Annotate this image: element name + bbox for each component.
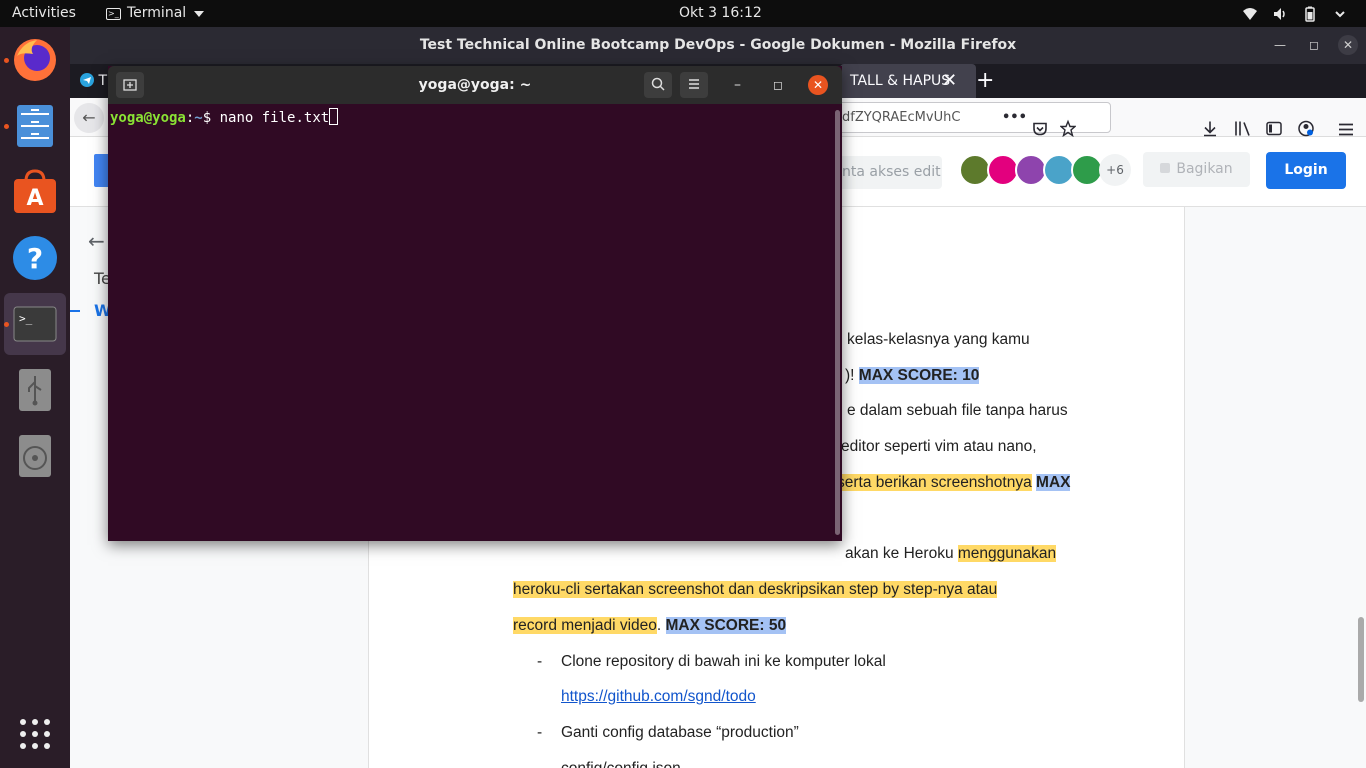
- bullet-item: Ganti config database “production”: [561, 724, 799, 741]
- doc-line: akan ke Heroku menggunakan: [845, 545, 1057, 562]
- software-store-icon: A: [14, 169, 56, 213]
- terminal-icon: >_: [13, 306, 57, 342]
- command-text: nano file.txt: [219, 110, 330, 126]
- prompt-user: yoga@yoga: [110, 110, 186, 126]
- usb-drive-icon: [19, 369, 51, 411]
- running-indicator: [4, 124, 9, 129]
- top-bar: Activities >_ Terminal Okt 3 16:12: [0, 0, 1366, 27]
- repo-link[interactable]: https://github.com/sgnd/todo: [561, 688, 756, 706]
- bullet-marker: -: [537, 724, 543, 741]
- terminal-icon: >_: [106, 7, 121, 20]
- back-button[interactable]: ←: [74, 103, 104, 133]
- new-tab-button[interactable]: +: [976, 64, 994, 98]
- dock-ubuntu-software[interactable]: A: [4, 161, 66, 223]
- scrollbar[interactable]: [1358, 617, 1364, 702]
- score-highlight: MAX SCORE: 10: [858, 367, 980, 384]
- doc-line: heroku-cli sertakan screenshot dan deskr…: [513, 581, 998, 598]
- close-button[interactable]: ✕: [1338, 35, 1358, 55]
- close-button[interactable]: ✕: [808, 75, 828, 95]
- score-highlight: MAX: [1036, 474, 1071, 491]
- outline-active-marker: [70, 310, 80, 312]
- minimize-button[interactable]: —: [1274, 27, 1286, 64]
- tab-close-icon[interactable]: ✕: [942, 64, 957, 98]
- optical-disc-icon: [19, 435, 51, 477]
- dock-terminal[interactable]: >_: [4, 293, 66, 355]
- score-highlight: MAX SCORE: 50: [665, 617, 787, 634]
- lock-icon: [1160, 163, 1171, 173]
- dock-disc[interactable]: [4, 425, 66, 487]
- doc-line: )! MAX SCORE: 10: [845, 367, 980, 384]
- terminal-title: yoga@yoga: ~: [418, 77, 532, 93]
- window-title: Test Technical Online Bootcamp DevOps - …: [70, 27, 1366, 64]
- dock-firefox[interactable]: [4, 29, 66, 91]
- help-icon: ?: [13, 236, 57, 280]
- power-menu-icon: [1335, 10, 1345, 17]
- terminal-window[interactable]: yoga@yoga: ~ – ◻ ✕ yoga@yoga:~$ nano fil…: [108, 66, 842, 541]
- running-indicator: [4, 58, 9, 63]
- outline-back-icon[interactable]: ←: [88, 229, 105, 253]
- battery-icon: [1305, 6, 1315, 22]
- doc-line: serta berikan screenshotnya MAX: [837, 474, 1071, 491]
- tab-label: T: [98, 73, 108, 89]
- prompt-dollar: $: [202, 110, 212, 126]
- doc-line: e dalam sebuah file tanpa harus: [847, 402, 1068, 419]
- dock-files[interactable]: [4, 95, 66, 157]
- minimize-button[interactable]: –: [734, 66, 741, 104]
- bullet-marker: -: [537, 653, 543, 670]
- chevron-down-icon: [194, 10, 205, 17]
- volume-icon: [1274, 7, 1285, 20]
- telegram-icon: [80, 73, 94, 87]
- share-label: Bagikan: [1176, 161, 1233, 177]
- svg-text:>_: >_: [19, 312, 33, 325]
- prompt-path: ~: [194, 110, 203, 126]
- doc-line: kelas-kelasnya yang kamu: [847, 331, 1030, 348]
- dock-usb[interactable]: [4, 359, 66, 421]
- app-menu[interactable]: >_ Terminal: [106, 0, 205, 27]
- running-indicator: [4, 322, 9, 327]
- share-button[interactable]: Bagikan: [1143, 152, 1250, 187]
- svg-text:?: ?: [27, 242, 43, 275]
- bullet-item: Clone repository di bawah ini ke kompute…: [561, 653, 886, 670]
- login-button[interactable]: Login: [1266, 152, 1346, 189]
- svg-text:A: A: [26, 186, 43, 211]
- maximize-button[interactable]: ◻: [773, 66, 783, 104]
- activities-button[interactable]: Activities: [12, 0, 76, 27]
- firefox-icon: [14, 39, 56, 81]
- dock-help[interactable]: ?: [4, 227, 66, 289]
- terminal-output[interactable]: yoga@yoga:~$ nano file.txt: [108, 104, 842, 541]
- clock[interactable]: Okt 3 16:12: [679, 0, 762, 27]
- app-grid-icon: [20, 719, 50, 749]
- search-button[interactable]: [644, 72, 672, 98]
- dock: A ? >_: [0, 27, 70, 768]
- hamburger-menu-icon: [689, 79, 699, 89]
- maximize-button[interactable]: ◻: [1309, 27, 1319, 64]
- page-actions-button[interactable]: •••: [1002, 98, 1027, 137]
- menu-button[interactable]: [680, 72, 708, 98]
- show-applications-button[interactable]: [4, 703, 66, 765]
- wifi-icon: [1243, 7, 1257, 20]
- text-cursor: [329, 108, 339, 125]
- doc-line: config/config.json: [561, 760, 681, 768]
- system-tray[interactable]: [1242, 0, 1348, 27]
- search-icon: [651, 77, 665, 91]
- tab-telegram[interactable]: T: [70, 64, 107, 98]
- files-icon: [17, 105, 53, 147]
- doc-line: editor seperti vim atau nano,: [841, 438, 1037, 455]
- doc-line: record menjadi video. MAX SCORE: 50: [513, 617, 787, 634]
- app-menu-label: Terminal: [127, 5, 187, 21]
- more-collaborators-badge[interactable]: +6: [1099, 154, 1131, 186]
- request-edit-access-button[interactable]: nta akses edit: [832, 156, 942, 189]
- terminal-scrollbar[interactable]: [835, 110, 840, 535]
- terminal-headerbar: yoga@yoga: ~ – ◻ ✕: [108, 66, 842, 104]
